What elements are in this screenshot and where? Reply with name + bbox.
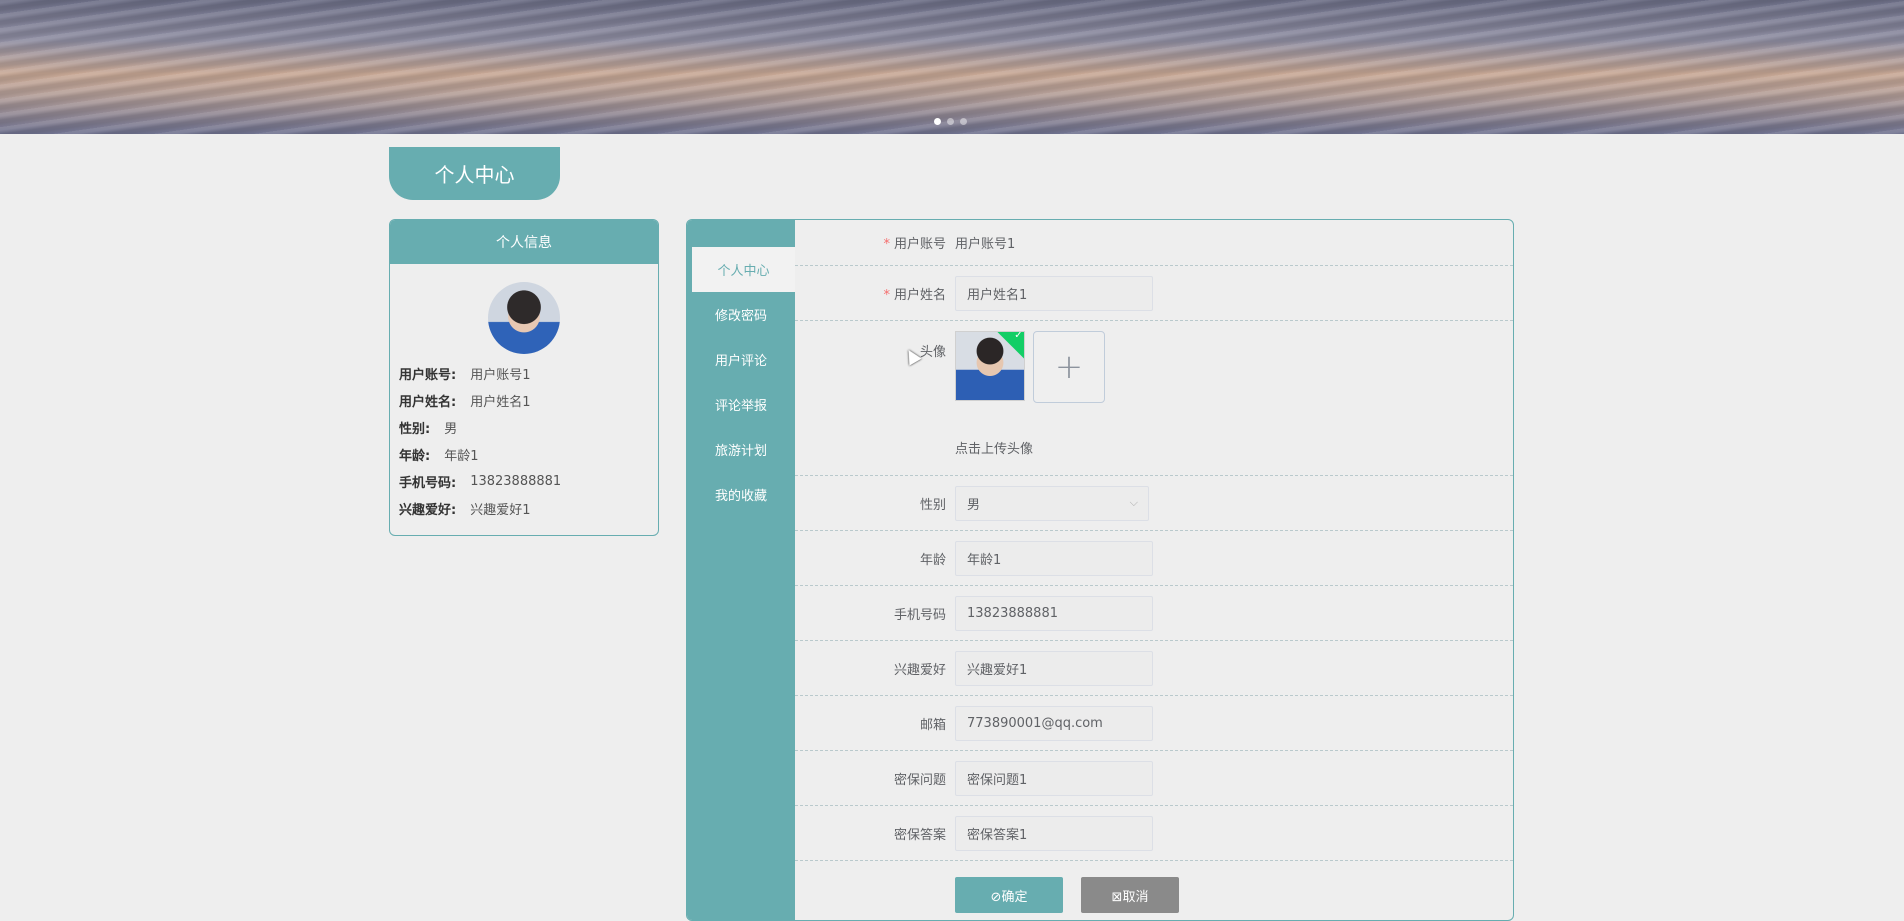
security-answer-input[interactable]: 密保答案1 (955, 815, 1153, 851)
check-icon: ✓ (1014, 331, 1023, 341)
form-row-age: 年龄 年龄1 (795, 531, 1513, 586)
name-label-text: 用户姓名 (893, 287, 946, 303)
avatar (488, 282, 560, 354)
email-label: 邮箱 (919, 717, 946, 733)
menu-item-travel-plans[interactable]: 旅游计划 (687, 427, 795, 472)
account-label-text: 用户账号 (893, 237, 946, 252)
form-row-gender: 性别 男 ⌵ (795, 476, 1513, 531)
required-mark: * (883, 237, 890, 252)
personal-info-card: 个人信息 用户账号: 用户账号1 用户姓名: 用户姓名1 性别: 男 年龄: 年… (389, 219, 659, 536)
info-value: 男 (444, 422, 458, 437)
info-value: 13823888881 (470, 474, 562, 489)
info-label: 用户账号: (399, 368, 457, 383)
gender-label: 性别 (919, 497, 946, 513)
profile-form: * 用户账号 用户账号1 * 用户姓名 用户姓名1 头像 ✓ + 点击上传头像 性别 (795, 220, 1513, 920)
info-label: 手机号码: (399, 476, 457, 491)
avatar-thumbnail[interactable]: ✓ (955, 331, 1025, 401)
security-question-input[interactable]: 密保问题1 (955, 760, 1153, 796)
menu-item-user-comments[interactable]: 用户评论 (687, 337, 795, 382)
age-input[interactable]: 年龄1 (955, 540, 1153, 576)
info-value: 用户账号1 (470, 368, 531, 383)
info-label: 用户姓名: (399, 395, 457, 410)
phone-input[interactable]: 13823888881 (955, 595, 1153, 631)
name-input[interactable]: 用户姓名1 (955, 275, 1153, 311)
carousel-dot-3[interactable] (960, 118, 967, 125)
account-label: * 用户账号 (795, 233, 955, 252)
plus-icon: + (1054, 347, 1084, 387)
age-label: 年龄 (919, 552, 946, 568)
info-row-name: 用户姓名: 用户姓名1 (390, 387, 658, 414)
form-row-name: * 用户姓名 用户姓名1 (795, 266, 1513, 321)
hobby-input[interactable]: 兴趣爱好1 (955, 650, 1153, 686)
name-label: * 用户姓名 (795, 284, 955, 303)
phone-label: 手机号码 (893, 607, 946, 623)
avatar-upload: ✓ + 点击上传头像 (955, 321, 1105, 457)
page-title: 个人中心 (389, 147, 560, 200)
carousel-dot-1[interactable] (934, 118, 941, 125)
upload-success-badge: ✓ (996, 331, 1024, 359)
info-row-phone: 手机号码: 13823888881 (390, 468, 658, 495)
form-row-email: 邮箱 773890001@qq.com (795, 696, 1513, 751)
upload-tip: 点击上传头像 (955, 442, 1034, 457)
form-row-account: * 用户账号 用户账号1 (795, 220, 1513, 266)
info-value: 兴趣爱好1 (470, 503, 531, 518)
required-mark: * (883, 287, 890, 303)
form-row-question: 密保问题 密保问题1 (795, 751, 1513, 806)
gender-value: 男 (967, 497, 981, 513)
upload-add-button[interactable]: + (1033, 331, 1105, 403)
info-row-gender: 性别: 男 (390, 414, 658, 441)
chevron-down-icon: ⌵ (1129, 496, 1138, 509)
info-label: 性别: (399, 422, 431, 437)
info-row-account: 用户账号: 用户账号1 (390, 360, 658, 387)
info-label: 年龄: (399, 449, 431, 464)
info-label: 兴趣爱好: (399, 503, 457, 518)
security-answer-label: 密保答案 (893, 827, 946, 843)
info-card-title: 个人信息 (390, 220, 658, 264)
menu-item-comment-reports[interactable]: 评论举报 (687, 382, 795, 427)
form-row-answer: 密保答案 密保答案1 (795, 806, 1513, 861)
carousel-dots (934, 118, 967, 125)
avatar-label: 头像 (919, 345, 946, 360)
form-row-avatar: 头像 ✓ + 点击上传头像 (795, 321, 1513, 476)
security-question-label: 密保问题 (893, 772, 946, 788)
email-input[interactable]: 773890001@qq.com (955, 705, 1153, 741)
banner-carousel[interactable] (0, 0, 1904, 134)
form-actions: ⊘确定 ⊠取消 (795, 861, 1513, 920)
info-row-age: 年龄: 年龄1 (390, 441, 658, 468)
gender-select[interactable]: 男 ⌵ (955, 485, 1149, 521)
hobby-label: 兴趣爱好 (893, 662, 946, 678)
carousel-dot-2[interactable] (947, 118, 954, 125)
info-value: 用户姓名1 (470, 395, 531, 410)
info-row-hobby: 兴趣爱好: 兴趣爱好1 (390, 495, 658, 522)
profile-panel: 个人中心 修改密码 用户评论 评论举报 旅游计划 我的收藏 * 用户账号 用户账号… (686, 219, 1514, 921)
info-value: 年龄1 (444, 449, 479, 464)
side-menu: 个人中心 修改密码 用户评论 评论举报 旅游计划 我的收藏 (687, 220, 795, 920)
form-row-phone: 手机号码 13823888881 (795, 586, 1513, 641)
form-row-hobby: 兴趣爱好 兴趣爱好1 (795, 641, 1513, 696)
menu-item-change-password[interactable]: 修改密码 (687, 292, 795, 337)
account-value: 用户账号1 (955, 237, 1016, 252)
menu-item-personal-center[interactable]: 个人中心 (692, 247, 795, 292)
menu-item-favorites[interactable]: 我的收藏 (687, 472, 795, 517)
